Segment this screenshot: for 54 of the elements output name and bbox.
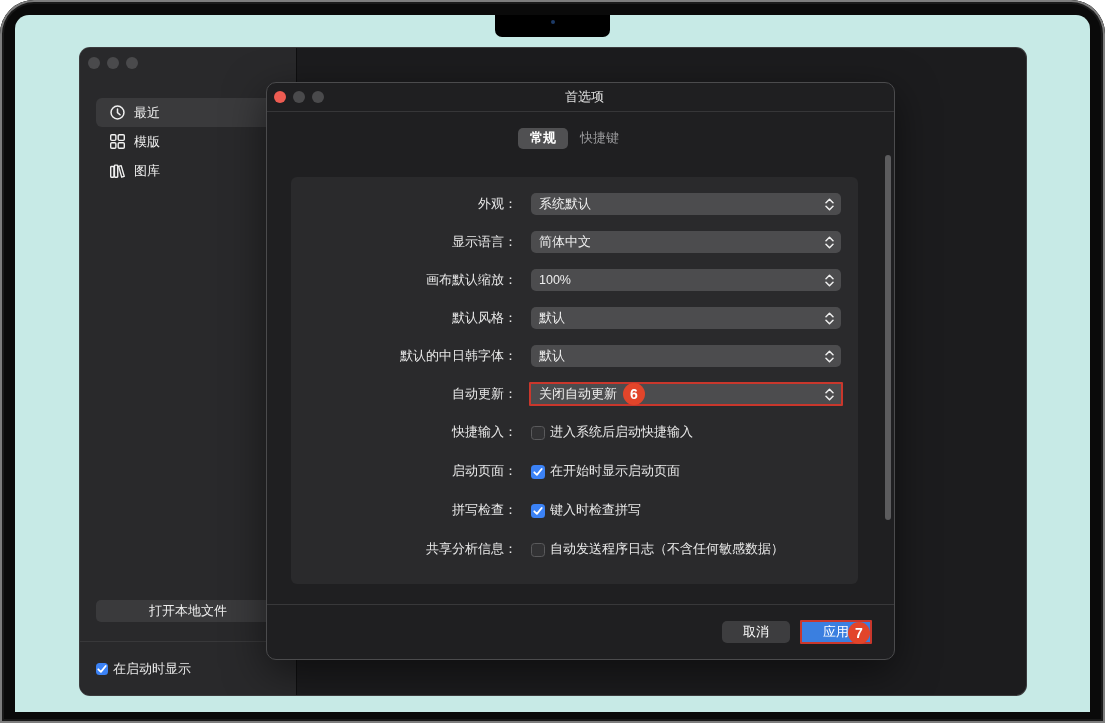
tab[interactable]: 快捷键 [568, 128, 631, 149]
checkbox-label: 在开始时显示启动页面 [550, 463, 680, 480]
dropdown-select[interactable]: 系统默认 [531, 193, 841, 215]
camera-icon [550, 20, 555, 24]
checkbox[interactable] [531, 542, 545, 557]
clock-icon [110, 105, 125, 120]
dropdown-select[interactable]: 默认 [531, 345, 841, 367]
cancel-button[interactable]: 取消 [722, 621, 790, 643]
apply-button[interactable]: 应用 7 [800, 620, 872, 644]
dropdown-select[interactable]: 100% [531, 269, 841, 291]
minimize-button[interactable] [293, 91, 305, 103]
sidebar-item[interactable]: 图库 [96, 156, 280, 185]
setting-label: 拼写检查： [451, 502, 517, 519]
step-badge: 6 [623, 383, 645, 405]
setting-label: 共享分析信息： [425, 541, 517, 558]
checkbox-label: 自动发送程序日志（不含任何敏感数据） [550, 541, 784, 558]
checkmark-icon [533, 505, 543, 516]
chevron-updown-icon [825, 387, 834, 401]
checkbox-label: 进入系统后启动快捷输入 [550, 424, 693, 441]
close-button[interactable] [274, 91, 286, 103]
dropdown-select[interactable]: 简体中文 [531, 231, 841, 253]
checkmark-icon [97, 663, 107, 674]
zoom-button[interactable] [126, 57, 138, 69]
setting-label: 快捷输入： [451, 424, 517, 441]
zoom-button[interactable] [312, 91, 324, 103]
setting-label: 画布默认缩放： [425, 271, 517, 289]
chevron-updown-icon [825, 273, 834, 287]
setting-label: 默认的中日韩字体： [399, 347, 517, 365]
chevron-updown-icon [825, 197, 834, 211]
checkbox-label: 键入时检查拼写 [550, 502, 641, 519]
sidebar-item[interactable]: 模版 [96, 127, 280, 156]
checkbox[interactable] [531, 464, 545, 479]
chevron-updown-icon [825, 349, 834, 363]
chevron-updown-icon [825, 235, 834, 249]
dropdown-select[interactable]: 关闭自动更新 6 [529, 382, 843, 406]
books-icon [110, 163, 125, 178]
grid-icon [110, 134, 125, 149]
tab[interactable]: 常规 [518, 128, 568, 149]
setting-label: 自动更新： [451, 385, 517, 403]
step-badge: 7 [848, 622, 870, 644]
scrollbar-thumb[interactable] [885, 155, 891, 520]
checkbox[interactable] [531, 503, 545, 518]
dropdown-select[interactable]: 默认 [531, 307, 841, 329]
setting-label: 启动页面： [451, 463, 517, 480]
minimize-button[interactable] [107, 57, 119, 69]
checkmark-icon [533, 466, 543, 477]
checkbox[interactable] [96, 662, 108, 675]
checkbox[interactable] [531, 425, 545, 440]
setting-label: 显示语言： [451, 233, 517, 251]
checkbox-label: 在启动时显示 [113, 659, 191, 678]
chevron-updown-icon [825, 311, 834, 325]
setting-label: 外观： [477, 195, 517, 213]
dialog-title: 首选项 [564, 88, 604, 106]
setting-label: 默认风格： [451, 309, 517, 327]
